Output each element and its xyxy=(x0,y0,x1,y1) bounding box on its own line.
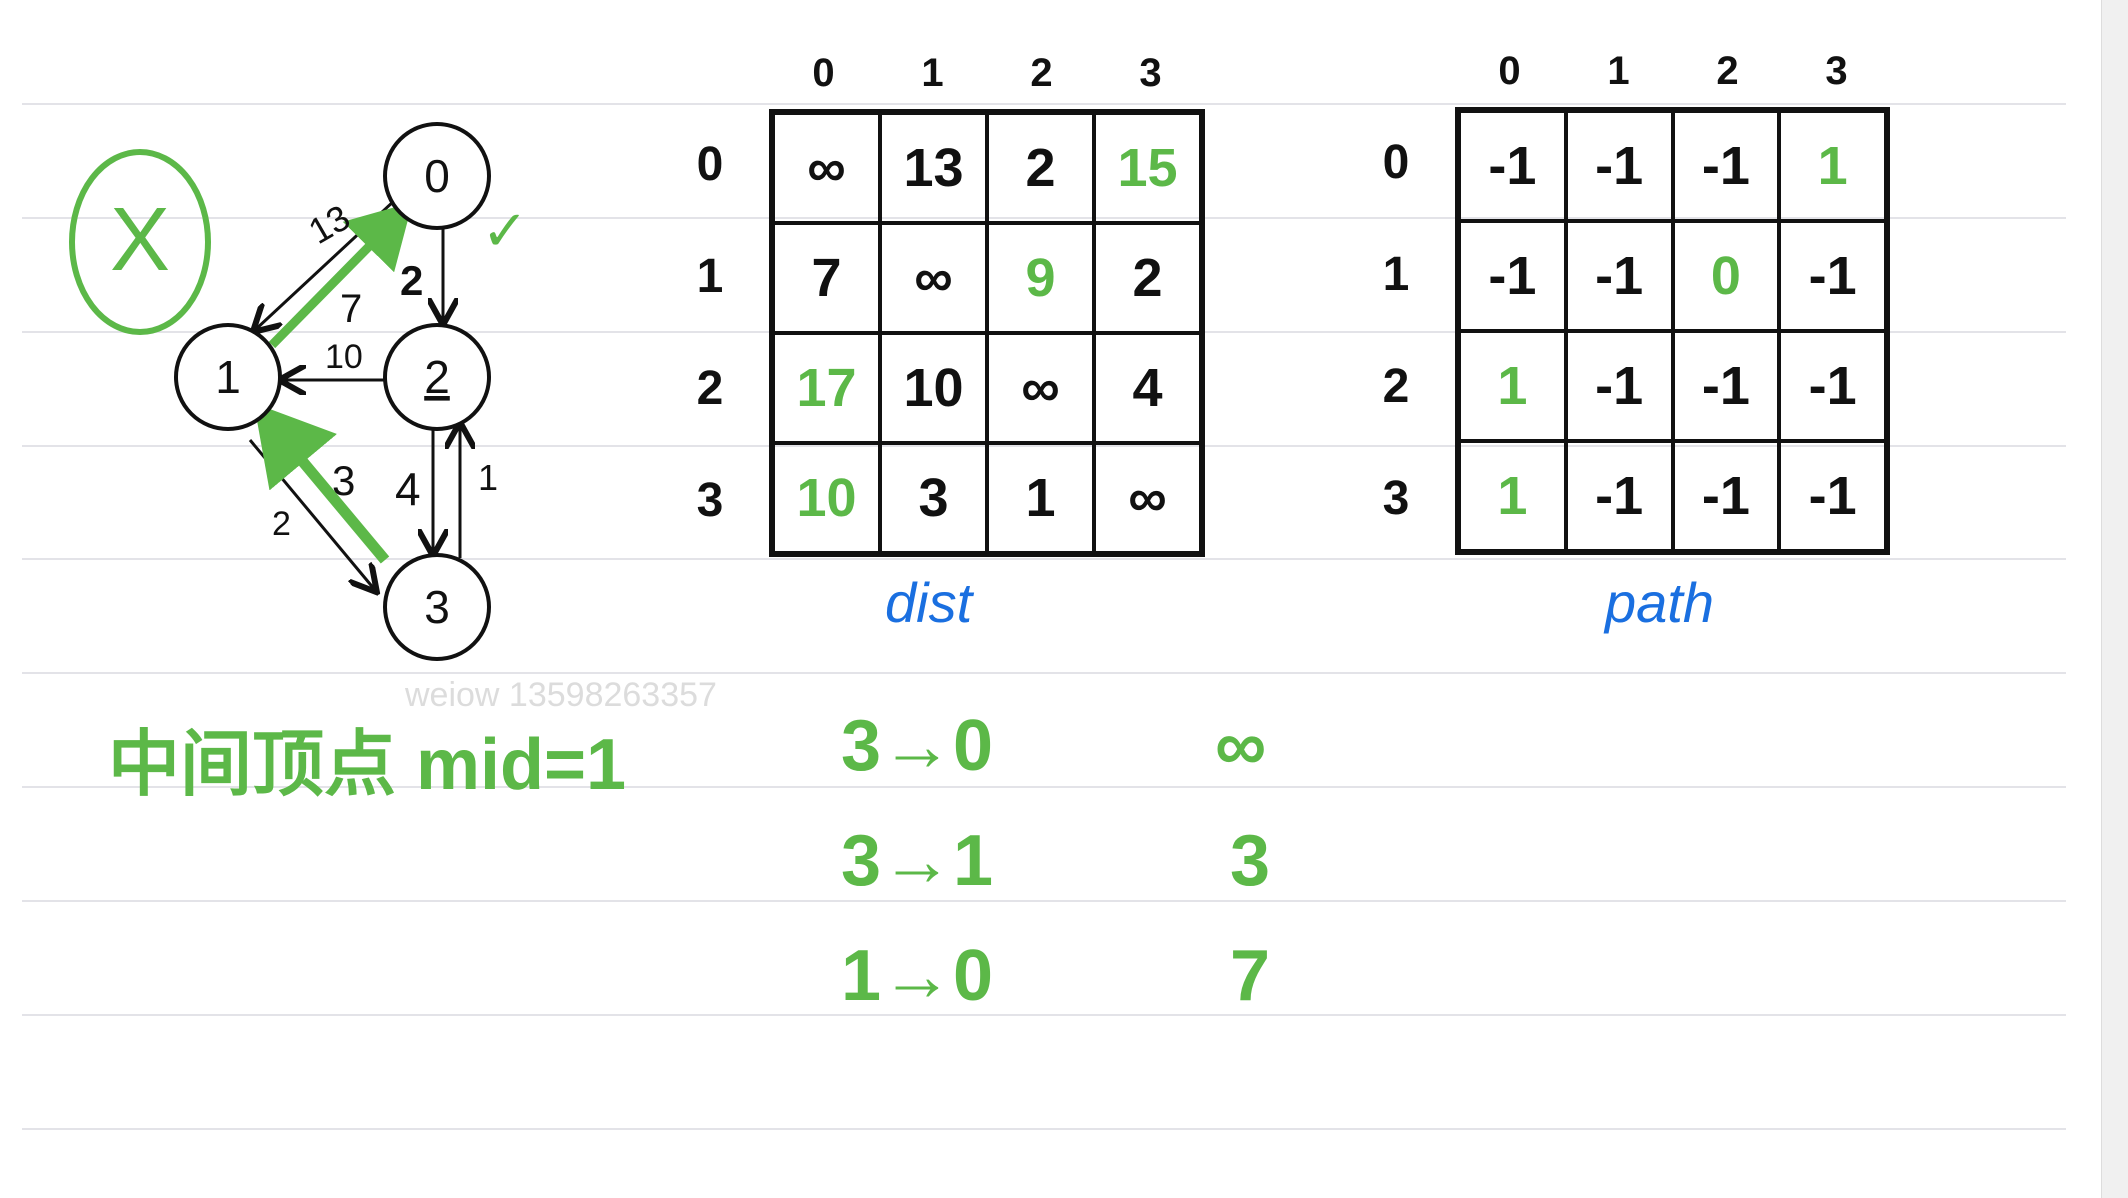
dist-col-header: 1 xyxy=(921,51,944,95)
dist-col-header: 3 xyxy=(1139,51,1162,95)
path-row-header: 1 xyxy=(1382,248,1410,301)
dist-title: dist xyxy=(885,571,973,634)
dist-cell: 10 xyxy=(773,443,880,553)
node-3: 3 xyxy=(383,553,491,661)
route-3-0: 3→0 xyxy=(841,706,994,786)
dist-col-header: 0 xyxy=(812,51,835,95)
path-col-header: 3 xyxy=(1825,49,1848,93)
path-cell: -1 xyxy=(1779,331,1886,441)
path-cell: -1 xyxy=(1672,111,1780,221)
dist-row-header: 0 xyxy=(696,138,724,191)
dist-cell: 15 xyxy=(1094,113,1201,223)
dist-cell: ∞ xyxy=(880,223,987,333)
path-cell: -1 xyxy=(1565,441,1673,551)
path-cell: -1 xyxy=(1565,111,1673,221)
dist-cell: 13 xyxy=(880,113,987,223)
path-cell: -1 xyxy=(1459,221,1566,331)
route-1-0: 1→0 xyxy=(841,936,994,1016)
dist-cell: ∞ xyxy=(773,113,880,223)
scrollbar[interactable] xyxy=(2101,0,2128,1198)
path-cell: -1 xyxy=(1779,441,1886,551)
dist-cell: 3 xyxy=(880,443,987,553)
path-cell: 1 xyxy=(1779,111,1886,221)
path-row-header: 2 xyxy=(1382,360,1410,413)
path-row-header: 3 xyxy=(1382,472,1410,525)
svg-text:3: 3 xyxy=(424,581,450,633)
node-1: 1 xyxy=(174,323,282,431)
edge-weight: 2 xyxy=(272,505,291,543)
path-cell: 1 xyxy=(1459,331,1566,441)
ruled-line xyxy=(22,1014,2066,1016)
path-cell: -1 xyxy=(1779,221,1886,331)
edge-weight: 3 xyxy=(332,457,355,504)
mid-note: 中间顶点 mid=1 xyxy=(108,725,627,805)
path-cell: -1 xyxy=(1565,221,1673,331)
dist-cell: ∞ xyxy=(987,333,1094,443)
dist-cell: 2 xyxy=(987,113,1094,223)
path-cell: -1 xyxy=(1672,441,1780,551)
edge-weight: 10 xyxy=(325,338,363,376)
route-1-0-value: 7 xyxy=(1230,936,1271,1016)
route-3-1: 3→1 xyxy=(841,821,994,901)
dist-row-header: 2 xyxy=(696,362,724,415)
dist-cell: 7 xyxy=(773,223,880,333)
dist-cell: 1 xyxy=(987,443,1094,553)
dist-cell: 17 xyxy=(773,333,880,443)
path-row-header: 0 xyxy=(1382,136,1410,189)
path-title: path xyxy=(1605,571,1714,634)
ruled-line xyxy=(22,900,2066,902)
route-3-0-value: ∞ xyxy=(1215,706,1267,786)
path-col-header: 2 xyxy=(1716,49,1739,93)
edge-weight: 2 xyxy=(400,257,423,304)
dist-cell: ∞ xyxy=(1094,443,1201,553)
path-cell: -1 xyxy=(1672,331,1780,441)
path-cell: -1 xyxy=(1565,331,1673,441)
edge-weight: 4 xyxy=(395,463,421,515)
path-cell: 1 xyxy=(1459,441,1566,551)
dist-col-header: 2 xyxy=(1030,51,1053,95)
dist-cell: 2 xyxy=(1094,223,1201,333)
node-0: 0 xyxy=(383,122,491,230)
x-mark: X xyxy=(110,190,170,290)
path-cell: 0 xyxy=(1672,221,1780,331)
dist-row-header: 1 xyxy=(696,250,724,303)
edge-weight: 7 xyxy=(340,287,362,331)
path-col-header: 0 xyxy=(1498,49,1521,93)
ruled-line xyxy=(22,1128,2066,1130)
check-icon: ✓ xyxy=(482,199,529,262)
svg-text:0: 0 xyxy=(424,150,450,202)
dist-cell: 4 xyxy=(1094,333,1201,443)
dist-cell: 9 xyxy=(987,223,1094,333)
route-3-1-value: 3 xyxy=(1230,821,1271,901)
dist-cell: 10 xyxy=(880,333,987,443)
edge-1-3 xyxy=(248,439,375,590)
dist-row-header: 3 xyxy=(696,474,724,527)
svg-text:2: 2 xyxy=(424,351,450,403)
svg-text:1: 1 xyxy=(215,351,241,403)
path-col-header: 1 xyxy=(1607,49,1630,93)
node-2: 2 xyxy=(383,323,491,431)
path-cell: -1 xyxy=(1459,111,1566,221)
edge-weight: 1 xyxy=(478,457,498,498)
